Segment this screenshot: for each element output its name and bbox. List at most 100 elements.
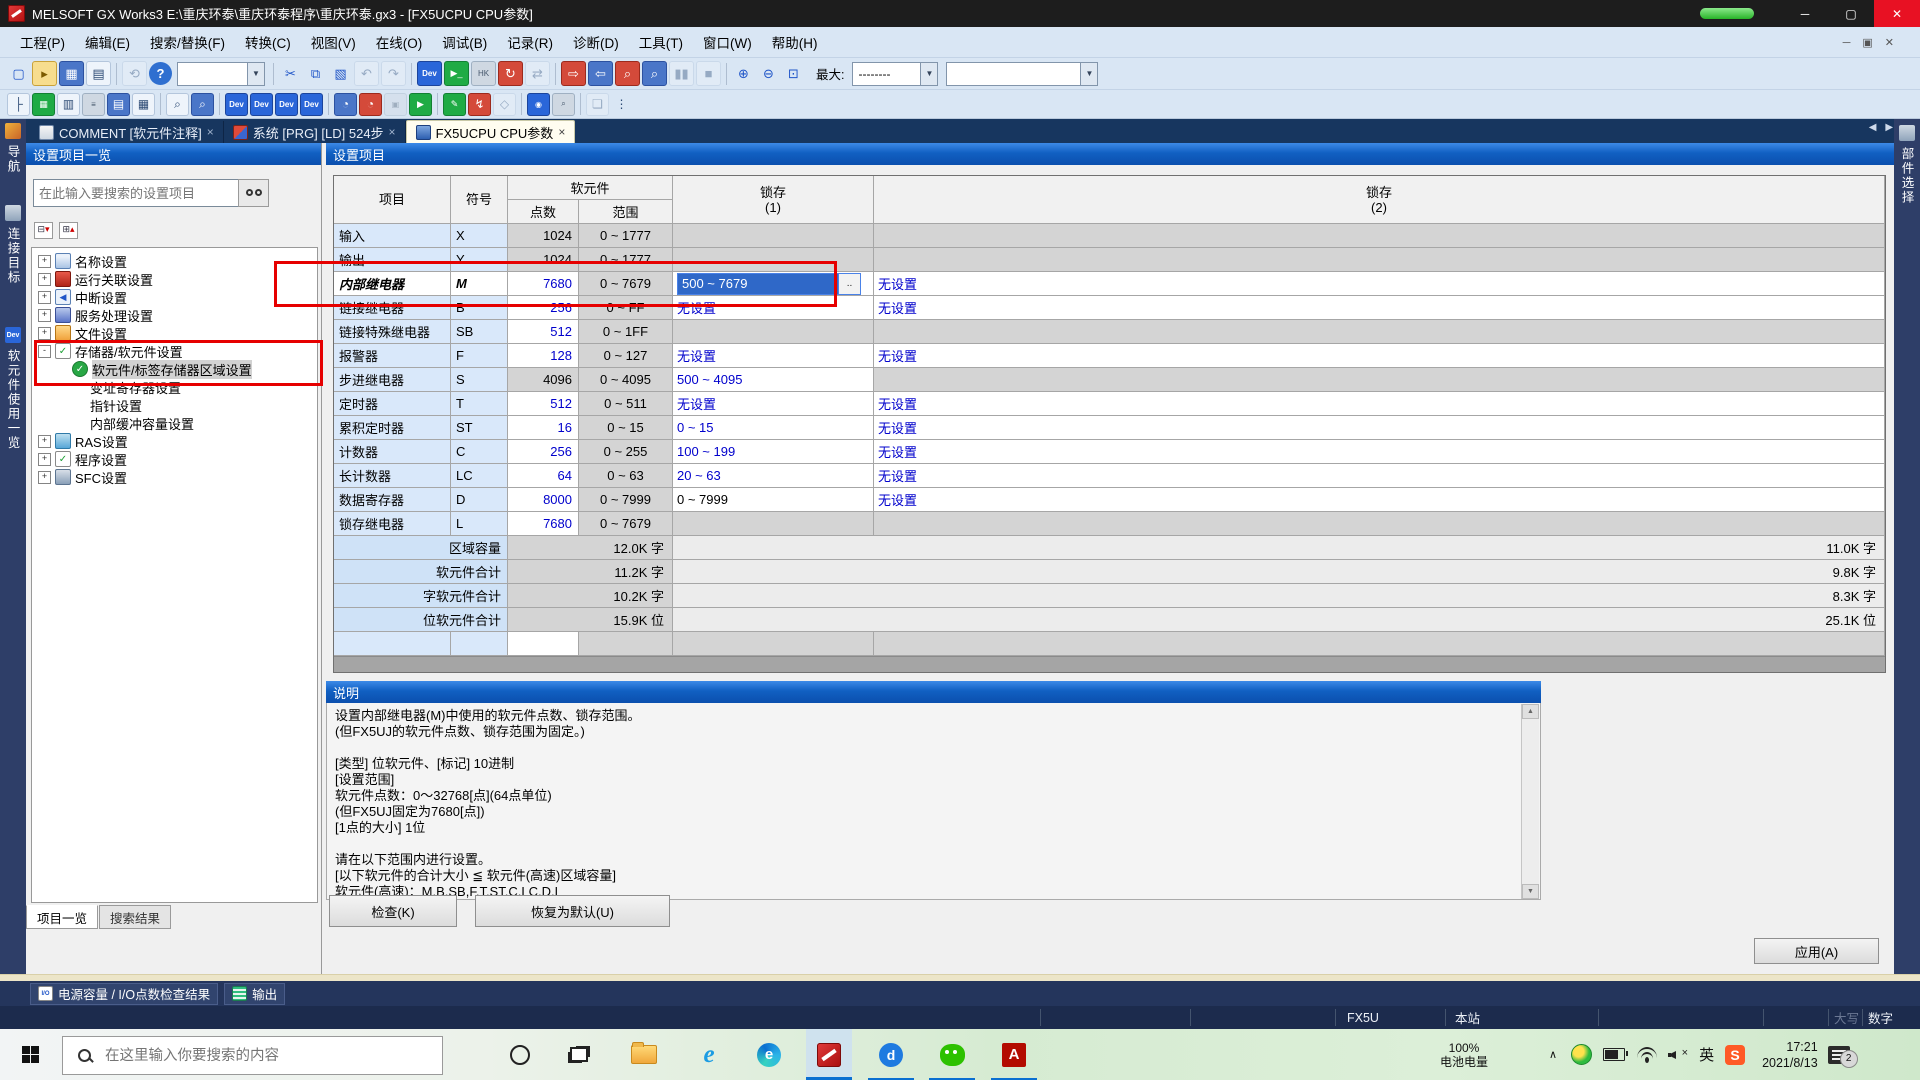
acrobat-button[interactable]: A <box>991 1029 1037 1080</box>
latch-cell[interactable]: 无设置 <box>874 296 1885 320</box>
tree-item-11[interactable]: +RAS设置 <box>32 432 317 450</box>
zoom-history-combo[interactable]: ▼ <box>177 62 265 86</box>
tree-item-9[interactable]: 指针设置 <box>32 396 317 414</box>
devcmt-3-icon[interactable]: Dev <box>275 93 298 116</box>
taskbar-clock[interactable]: 17:21 2021/8/13 <box>1762 1039 1818 1071</box>
battery-status[interactable]: 100% 电池电量 <box>1440 1029 1488 1080</box>
edit-statement-icon[interactable]: ✎ <box>443 93 466 116</box>
help-icon[interactable]: ? <box>149 62 172 85</box>
menu-online[interactable]: 在线(O) <box>366 31 433 53</box>
latch-cell[interactable]: 无设置 <box>673 392 874 416</box>
battery-tray-icon[interactable] <box>1603 1048 1625 1061</box>
expand-icon[interactable]: + <box>38 255 51 268</box>
zoom-fit-icon[interactable]: ⊡ <box>782 62 805 85</box>
description-scrollbar[interactable]: ▲ ▼ <box>1521 704 1539 899</box>
sim-start-icon[interactable]: ▶ <box>409 93 432 116</box>
antivirus-tray-icon[interactable] <box>1571 1044 1592 1065</box>
expand-icon[interactable]: + <box>38 327 51 340</box>
zoom-out-icon[interactable]: ⊖ <box>757 62 780 85</box>
tab-search-result[interactable]: 搜索结果 <box>99 905 171 929</box>
tab-close-icon[interactable]: × <box>389 125 396 139</box>
latch-cell[interactable]: 无设置 <box>874 416 1885 440</box>
dock-tab-2[interactable]: 输出 <box>224 983 285 1005</box>
open-project-icon[interactable]: ▸ <box>32 61 57 86</box>
points-cell[interactable]: 128 <box>508 344 579 368</box>
expand-icon[interactable]: + <box>38 453 51 466</box>
mdi-minimize-icon[interactable]: ─ <box>1843 37 1851 49</box>
save-project-icon[interactable]: ▦ <box>59 61 84 86</box>
menu-view[interactable]: 视图(V) <box>301 31 366 53</box>
taskbar-search-box[interactable] <box>62 1036 443 1075</box>
tree-item-13[interactable]: +SFC设置 <box>32 468 317 486</box>
latch-cell[interactable]: 无设置 <box>874 392 1885 416</box>
file-explorer-button[interactable] <box>621 1029 667 1080</box>
watch-window-combo[interactable]: ▼ <box>946 62 1098 86</box>
dingtalk-button[interactable]: d <box>868 1029 914 1080</box>
right-strip-1[interactable]: 部件选择 <box>1894 125 1920 205</box>
tree-item-4[interactable]: +服务处理设置 <box>32 306 317 324</box>
mdi-close-icon[interactable]: ✕ <box>1885 36 1894 49</box>
left-strip-2[interactable]: 连接目标 <box>0 205 26 285</box>
device-find-icon[interactable]: ⌕ <box>615 61 640 86</box>
program-body-icon[interactable]: ▤ <box>107 93 130 116</box>
expand-icon[interactable]: + <box>38 309 51 322</box>
restore-default-button[interactable]: 恢复为默认(U) <box>475 895 670 927</box>
close-button[interactable]: ✕ <box>1874 0 1920 27</box>
menu-project[interactable]: 工程(P) <box>10 31 75 53</box>
parameter-icon[interactable]: ▥ <box>57 93 80 116</box>
taskbar-search-input[interactable] <box>103 1047 407 1065</box>
print-icon[interactable]: ▤ <box>86 61 111 86</box>
devcmt-4-icon[interactable]: Dev <box>300 93 323 116</box>
latch-cell[interactable]: 500 ~ 4095 <box>673 368 874 392</box>
points-cell[interactable]: 256 <box>508 440 579 464</box>
device-comment-icon[interactable]: Dev <box>417 61 442 86</box>
latch-cell[interactable]: 无设置 <box>874 440 1885 464</box>
ime-indicator[interactable]: 英 <box>1699 1044 1714 1065</box>
expand-icon[interactable]: + <box>38 273 51 286</box>
sogou-ime-icon[interactable]: S <box>1725 1045 1745 1065</box>
tray-expand-icon[interactable]: ∧ <box>1549 1048 1557 1061</box>
cut-icon[interactable]: ✂ <box>279 62 302 85</box>
points-cell[interactable]: 512 <box>508 320 579 344</box>
latch-cell[interactable]: 无设置 <box>874 272 1885 296</box>
latch-cell[interactable]: 无设置 <box>673 344 874 368</box>
cross-reference-icon[interactable]: ⌕ <box>642 61 667 86</box>
watch-1-icon[interactable]: ◔ <box>334 93 357 116</box>
network-tray-icon[interactable] <box>1637 1047 1657 1062</box>
rebuild-all-icon[interactable]: ↻ <box>498 61 523 86</box>
menu-debug[interactable]: 调试(B) <box>432 31 497 53</box>
edge-button[interactable]: e <box>746 1029 792 1080</box>
devcmt-2-icon[interactable]: Dev <box>250 93 273 116</box>
write-to-plc-icon[interactable]: ⇨ <box>561 61 586 86</box>
latch-cell[interactable]: 无设置 <box>874 488 1885 512</box>
latch-cell[interactable]: 无设置 <box>874 464 1885 488</box>
monitor-mode-icon[interactable]: ▶_ <box>444 61 469 86</box>
table-bottom-scroll-area[interactable] <box>334 656 1885 672</box>
replace-icon[interactable]: ⌕ <box>191 93 214 116</box>
document-tab-2[interactable]: 系统 [PRG] [LD] 524步× <box>224 121 406 143</box>
points-cell[interactable]: 16 <box>508 416 579 440</box>
points-cell[interactable]: 7680 <box>508 512 579 536</box>
devcmt-1-icon[interactable]: Dev <box>225 93 248 116</box>
tree-item-10[interactable]: 内部缓冲容量设置 <box>32 414 317 432</box>
tab-next-icon[interactable]: ▶ <box>1885 122 1893 133</box>
tab-close-icon[interactable]: × <box>558 125 565 139</box>
chevron-down-icon[interactable]: ▼ <box>1080 63 1097 85</box>
tab-close-icon[interactable]: × <box>207 125 214 139</box>
points-cell[interactable]: 512 <box>508 392 579 416</box>
chevron-down-icon[interactable]: ▼ <box>920 63 937 85</box>
tab-item-list[interactable]: 项目一览 <box>26 905 98 929</box>
document-tab-3[interactable]: FX5UCPU CPU参数× <box>406 120 576 143</box>
max-steps-combo[interactable]: --------▼ <box>852 62 938 86</box>
action-center-icon[interactable]: 2 <box>1828 1046 1850 1064</box>
left-strip-1[interactable]: 导航 <box>0 123 26 174</box>
expand-icon[interactable]: + <box>38 435 51 448</box>
menu-convert[interactable]: 转换(C) <box>235 31 301 53</box>
check-button[interactable]: 检查(K) <box>329 895 457 927</box>
search-button[interactable] <box>238 179 269 207</box>
expand-icon[interactable]: + <box>38 471 51 484</box>
device-batch-icon[interactable]: ↯ <box>468 93 491 116</box>
maximize-button[interactable]: ▢ <box>1828 0 1874 27</box>
spiral-monitor-icon[interactable]: ◉ <box>527 93 550 116</box>
latch-cell[interactable]: 0 ~ 15 <box>673 416 874 440</box>
